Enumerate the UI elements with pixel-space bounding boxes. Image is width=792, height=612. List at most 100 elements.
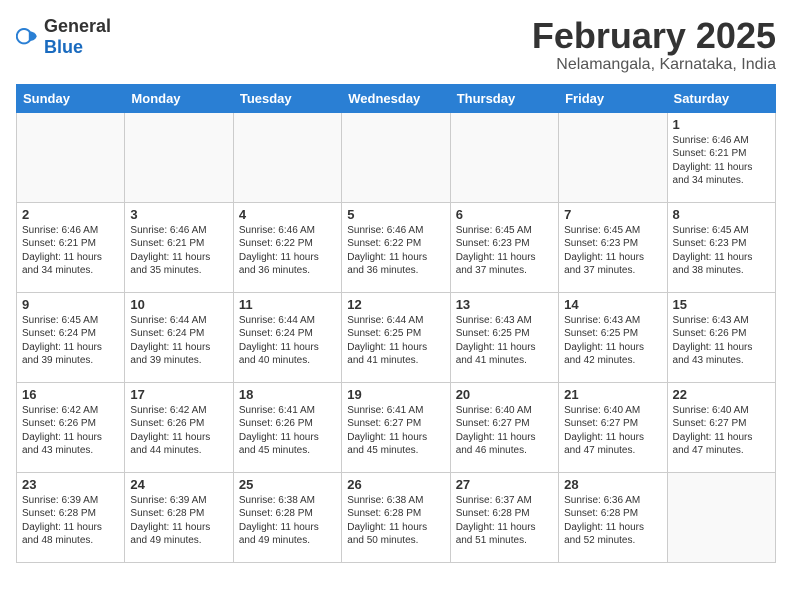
- day-number: 18: [239, 387, 336, 402]
- calendar-day-cell: 28 Sunrise: 6:36 AM Sunset: 6:28 PM Dayli…: [559, 472, 667, 562]
- calendar-day-cell: 21 Sunrise: 6:40 AM Sunset: 6:27 PM Dayli…: [559, 382, 667, 472]
- calendar-day-cell: 9 Sunrise: 6:45 AM Sunset: 6:24 PM Daylig…: [17, 292, 125, 382]
- day-info: Sunrise: 6:37 AM Sunset: 6:28 PM Dayligh…: [456, 494, 553, 548]
- day-number: 3: [130, 207, 227, 222]
- calendar-day-cell: [17, 112, 125, 202]
- calendar-day-cell: [450, 112, 558, 202]
- weekday-header: Thursday: [450, 84, 558, 112]
- day-number: 21: [564, 387, 661, 402]
- day-number: 20: [456, 387, 553, 402]
- calendar-day-cell: 20 Sunrise: 6:40 AM Sunset: 6:27 PM Dayli…: [450, 382, 558, 472]
- calendar-week-row: 2 Sunrise: 6:46 AM Sunset: 6:21 PM Daylig…: [17, 202, 776, 292]
- calendar-day-cell: 17 Sunrise: 6:42 AM Sunset: 6:26 PM Dayli…: [125, 382, 233, 472]
- calendar-day-cell: [342, 112, 450, 202]
- day-info: Sunrise: 6:46 AM Sunset: 6:21 PM Dayligh…: [22, 224, 119, 278]
- day-number: 23: [22, 477, 119, 492]
- day-info: Sunrise: 6:39 AM Sunset: 6:28 PM Dayligh…: [130, 494, 227, 548]
- calendar-table: SundayMondayTuesdayWednesdayThursdayFrid…: [16, 84, 776, 563]
- day-number: 8: [673, 207, 770, 222]
- day-info: Sunrise: 6:44 AM Sunset: 6:24 PM Dayligh…: [239, 314, 336, 368]
- day-number: 4: [239, 207, 336, 222]
- day-info: Sunrise: 6:45 AM Sunset: 6:23 PM Dayligh…: [456, 224, 553, 278]
- day-info: Sunrise: 6:42 AM Sunset: 6:26 PM Dayligh…: [22, 404, 119, 458]
- day-info: Sunrise: 6:46 AM Sunset: 6:22 PM Dayligh…: [347, 224, 444, 278]
- day-info: Sunrise: 6:40 AM Sunset: 6:27 PM Dayligh…: [564, 404, 661, 458]
- day-number: 14: [564, 297, 661, 312]
- day-info: Sunrise: 6:45 AM Sunset: 6:24 PM Dayligh…: [22, 314, 119, 368]
- day-info: Sunrise: 6:38 AM Sunset: 6:28 PM Dayligh…: [239, 494, 336, 548]
- calendar-day-cell: [233, 112, 341, 202]
- day-number: 19: [347, 387, 444, 402]
- logo-icon: [16, 25, 40, 49]
- calendar-day-cell: 8 Sunrise: 6:45 AM Sunset: 6:23 PM Daylig…: [667, 202, 775, 292]
- calendar-day-cell: 4 Sunrise: 6:46 AM Sunset: 6:22 PM Daylig…: [233, 202, 341, 292]
- day-info: Sunrise: 6:45 AM Sunset: 6:23 PM Dayligh…: [673, 224, 770, 278]
- day-info: Sunrise: 6:41 AM Sunset: 6:26 PM Dayligh…: [239, 404, 336, 458]
- day-number: 13: [456, 297, 553, 312]
- calendar-day-cell: 25 Sunrise: 6:38 AM Sunset: 6:28 PM Dayli…: [233, 472, 341, 562]
- calendar-week-row: 1 Sunrise: 6:46 AM Sunset: 6:21 PM Daylig…: [17, 112, 776, 202]
- calendar-week-row: 16Sunrise: 6:42 AM Sunset: 6:26 PM Dayli…: [17, 382, 776, 472]
- calendar-day-cell: 2 Sunrise: 6:46 AM Sunset: 6:21 PM Daylig…: [17, 202, 125, 292]
- day-number: 27: [456, 477, 553, 492]
- day-number: 22: [673, 387, 770, 402]
- day-number: 6: [456, 207, 553, 222]
- day-info: Sunrise: 6:41 AM Sunset: 6:27 PM Dayligh…: [347, 404, 444, 458]
- day-number: 7: [564, 207, 661, 222]
- calendar-week-row: 9 Sunrise: 6:45 AM Sunset: 6:24 PM Daylig…: [17, 292, 776, 382]
- day-info: Sunrise: 6:40 AM Sunset: 6:27 PM Dayligh…: [456, 404, 553, 458]
- calendar-day-cell: 19 Sunrise: 6:41 AM Sunset: 6:27 PM Dayli…: [342, 382, 450, 472]
- day-number: 24: [130, 477, 227, 492]
- logo-text: General Blue: [44, 16, 111, 58]
- weekday-header: Wednesday: [342, 84, 450, 112]
- calendar-day-cell: 7Sunrise: 6:45 AM Sunset: 6:23 PM Daylig…: [559, 202, 667, 292]
- weekday-header: Monday: [125, 84, 233, 112]
- month-title: February 2025: [532, 16, 776, 56]
- day-number: 1: [673, 117, 770, 132]
- calendar-day-cell: 22Sunrise: 6:40 AM Sunset: 6:27 PM Dayli…: [667, 382, 775, 472]
- calendar-day-cell: 18 Sunrise: 6:41 AM Sunset: 6:26 PM Dayli…: [233, 382, 341, 472]
- weekday-header: Saturday: [667, 84, 775, 112]
- location-title: Nelamangala, Karnataka, India: [532, 56, 776, 74]
- day-number: 26: [347, 477, 444, 492]
- day-info: Sunrise: 6:44 AM Sunset: 6:25 PM Dayligh…: [347, 314, 444, 368]
- logo-general: General: [44, 16, 111, 36]
- logo-blue: Blue: [44, 37, 83, 57]
- day-number: 17: [130, 387, 227, 402]
- page-header: General Blue February 2025 Nelamangala, …: [16, 16, 776, 74]
- calendar-day-cell: 10 Sunrise: 6:44 AM Sunset: 6:24 PM Dayli…: [125, 292, 233, 382]
- calendar-day-cell: 1 Sunrise: 6:46 AM Sunset: 6:21 PM Daylig…: [667, 112, 775, 202]
- day-number: 11: [239, 297, 336, 312]
- day-info: Sunrise: 6:36 AM Sunset: 6:28 PM Dayligh…: [564, 494, 661, 548]
- day-info: Sunrise: 6:43 AM Sunset: 6:25 PM Dayligh…: [456, 314, 553, 368]
- day-info: Sunrise: 6:42 AM Sunset: 6:26 PM Dayligh…: [130, 404, 227, 458]
- day-number: 5: [347, 207, 444, 222]
- calendar-day-cell: 27 Sunrise: 6:37 AM Sunset: 6:28 PM Dayli…: [450, 472, 558, 562]
- day-info: Sunrise: 6:39 AM Sunset: 6:28 PM Dayligh…: [22, 494, 119, 548]
- calendar-day-cell: [559, 112, 667, 202]
- logo: General Blue: [16, 16, 111, 58]
- day-info: Sunrise: 6:44 AM Sunset: 6:24 PM Dayligh…: [130, 314, 227, 368]
- calendar-day-cell: 3Sunrise: 6:46 AM Sunset: 6:21 PM Daylig…: [125, 202, 233, 292]
- day-number: 28: [564, 477, 661, 492]
- calendar-day-cell: 12 Sunrise: 6:44 AM Sunset: 6:25 PM Dayli…: [342, 292, 450, 382]
- calendar-day-cell: 26Sunrise: 6:38 AM Sunset: 6:28 PM Dayli…: [342, 472, 450, 562]
- day-number: 25: [239, 477, 336, 492]
- calendar-day-cell: 16Sunrise: 6:42 AM Sunset: 6:26 PM Dayli…: [17, 382, 125, 472]
- day-info: Sunrise: 6:43 AM Sunset: 6:25 PM Dayligh…: [564, 314, 661, 368]
- calendar-day-cell: 15 Sunrise: 6:43 AM Sunset: 6:26 PM Dayli…: [667, 292, 775, 382]
- calendar-day-cell: 14 Sunrise: 6:43 AM Sunset: 6:25 PM Dayli…: [559, 292, 667, 382]
- calendar-week-row: 23 Sunrise: 6:39 AM Sunset: 6:28 PM Dayli…: [17, 472, 776, 562]
- day-number: 15: [673, 297, 770, 312]
- day-number: 10: [130, 297, 227, 312]
- weekday-header: Tuesday: [233, 84, 341, 112]
- day-info: Sunrise: 6:46 AM Sunset: 6:22 PM Dayligh…: [239, 224, 336, 278]
- calendar-day-cell: 23 Sunrise: 6:39 AM Sunset: 6:28 PM Dayli…: [17, 472, 125, 562]
- day-info: Sunrise: 6:43 AM Sunset: 6:26 PM Dayligh…: [673, 314, 770, 368]
- calendar-day-cell: [125, 112, 233, 202]
- day-number: 12: [347, 297, 444, 312]
- day-number: 9: [22, 297, 119, 312]
- day-info: Sunrise: 6:46 AM Sunset: 6:21 PM Dayligh…: [673, 134, 770, 188]
- weekday-header: Sunday: [17, 84, 125, 112]
- day-number: 2: [22, 207, 119, 222]
